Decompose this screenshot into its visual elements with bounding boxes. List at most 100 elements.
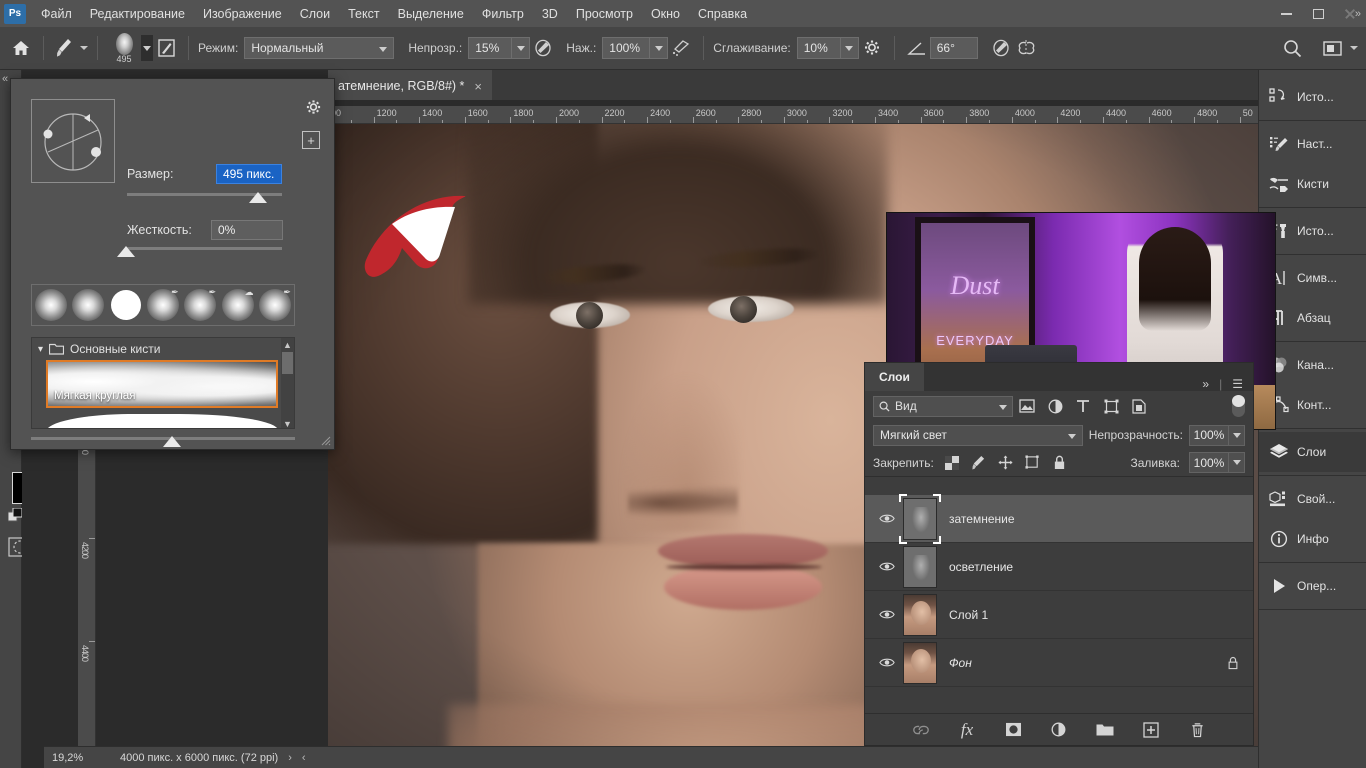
flow-stepper[interactable]: [650, 37, 669, 59]
dock-item-info[interactable]: Инфо: [1259, 519, 1366, 559]
layer-thumbnail[interactable]: [903, 545, 937, 588]
menu-item-file[interactable]: Файл: [32, 3, 81, 25]
delete-layer-icon[interactable]: [1187, 720, 1207, 740]
menu-item-text[interactable]: Текст: [339, 3, 388, 25]
layer-visibility-toggle[interactable]: [871, 657, 903, 668]
scroll-up-icon[interactable]: ▲: [281, 338, 294, 351]
tab-layers[interactable]: Слои: [865, 363, 924, 391]
brush-settings-panel-button[interactable]: [153, 35, 179, 61]
brush-tool-dropdown-icon[interactable]: [80, 46, 88, 50]
layer-row[interactable]: Слой 1: [865, 591, 1253, 639]
new-adjustment-layer-icon[interactable]: [1049, 720, 1069, 740]
soft-round-pressure-opacity-tip[interactable]: ✒: [182, 285, 219, 325]
scroll-down-icon[interactable]: ▼: [281, 417, 294, 429]
document-tab[interactable]: атемнение, RGB/8#) * ×: [328, 70, 493, 100]
dock-item-brushes[interactable]: Кисти: [1259, 164, 1366, 204]
smoothing-options-button[interactable]: [859, 35, 885, 61]
dock-item-layers[interactable]: Слои: [1259, 432, 1366, 472]
menu-item-layers[interactable]: Слои: [291, 3, 339, 25]
symmetry-icon[interactable]: [1014, 35, 1040, 61]
filter-shape-icon[interactable]: [1097, 394, 1125, 418]
zoom-level[interactable]: 19,2%: [52, 752, 120, 764]
soft-round-tip-2[interactable]: [69, 285, 106, 325]
maximize-button[interactable]: [1302, 0, 1334, 27]
brush-hardness-slider-handle[interactable]: [117, 246, 135, 257]
menu-item-3d[interactable]: 3D: [533, 3, 567, 25]
brush-list-item-selected[interactable]: Мягкая круглая: [46, 360, 278, 408]
status-collapse-icon[interactable]: ‹: [302, 752, 306, 764]
dock-item-actions[interactable]: Опер...: [1259, 566, 1366, 606]
layer-fill-stepper[interactable]: [1229, 452, 1245, 473]
layer-opacity-stepper[interactable]: [1229, 424, 1245, 446]
filter-enable-toggle[interactable]: [1232, 395, 1245, 417]
lock-all-icon[interactable]: [1051, 454, 1069, 472]
minimize-button[interactable]: [1270, 0, 1302, 27]
opacity-input[interactable]: 15%: [468, 37, 513, 59]
brush-angle-input[interactable]: 66°: [929, 37, 978, 59]
airbrush-toggle[interactable]: [668, 35, 694, 61]
layer-opacity-input[interactable]: 100%: [1189, 424, 1229, 446]
resize-grip-icon[interactable]: [319, 434, 331, 446]
panel-menu-icon[interactable]: ☰: [1232, 377, 1243, 391]
layer-name[interactable]: Слой 1: [949, 608, 988, 622]
brush-hardness-input[interactable]: 0%: [211, 220, 283, 240]
brush-size-input[interactable]: 495 пикс.: [216, 164, 282, 184]
scrollbar-thumb[interactable]: [282, 352, 293, 374]
new-brush-preset-icon[interactable]: +: [302, 131, 320, 149]
menu-item-image[interactable]: Изображение: [194, 3, 291, 25]
menu-item-filter[interactable]: Фильтр: [473, 3, 533, 25]
layer-blend-mode-select[interactable]: Мягкий свет: [873, 424, 1083, 446]
chevron-down-icon[interactable]: ▾: [38, 344, 43, 355]
blend-mode-select[interactable]: Нормальный: [244, 37, 395, 59]
opacity-stepper[interactable]: [512, 37, 531, 59]
status-expand-icon[interactable]: ›: [288, 752, 292, 764]
lock-artboard-nesting-icon[interactable]: [1024, 454, 1042, 472]
brush-angle-icon[interactable]: [904, 35, 930, 61]
workspace-dropdown-icon[interactable]: [1350, 46, 1358, 50]
dock-item-brush-settings[interactable]: Наст...: [1259, 124, 1366, 164]
new-group-icon[interactable]: [1095, 720, 1115, 740]
soft-round-airbrush-tip[interactable]: ☁: [219, 285, 256, 325]
layer-thumbnail[interactable]: [903, 641, 937, 684]
lock-position-icon[interactable]: [997, 454, 1015, 472]
layer-row[interactable]: Фон: [865, 639, 1253, 687]
layer-fill-input[interactable]: 100%: [1189, 452, 1229, 473]
layer-thumbnail[interactable]: [903, 497, 937, 540]
brush-folder-row[interactable]: ▾ Основные кисти: [32, 338, 294, 360]
brush-list-item[interactable]: [46, 410, 278, 428]
layer-filter-select[interactable]: Вид: [873, 395, 1013, 417]
layer-row[interactable]: затемнение: [865, 493, 1253, 544]
layer-visibility-toggle[interactable]: [871, 561, 903, 572]
hard-round-tip[interactable]: [107, 285, 144, 325]
lock-transparent-pixels-icon[interactable]: [943, 454, 961, 472]
brush-preset-picker-button[interactable]: [141, 35, 153, 61]
brush-preview-slider-handle[interactable]: [163, 436, 181, 447]
menu-item-help[interactable]: Справка: [689, 3, 756, 25]
brush-size-slider-handle[interactable]: [249, 192, 267, 203]
layer-thumbnail[interactable]: [903, 593, 937, 636]
menu-item-window[interactable]: Окно: [642, 3, 689, 25]
soft-round-pressure-flow-tip[interactable]: ✒: [257, 285, 294, 325]
add-layer-mask-icon[interactable]: [1003, 720, 1023, 740]
layer-row[interactable]: осветление: [865, 543, 1253, 591]
home-button[interactable]: [8, 35, 34, 61]
brush-size-preview[interactable]: 495: [107, 31, 141, 65]
menu-item-edit[interactable]: Редактирование: [81, 3, 194, 25]
smoothing-stepper[interactable]: [840, 37, 859, 59]
soft-round-pressure-tip[interactable]: ✒: [144, 285, 181, 325]
brush-angle-thumbnail[interactable]: [31, 99, 115, 183]
collapse-panel-icon[interactable]: «: [2, 73, 8, 85]
new-layer-icon[interactable]: [1141, 720, 1161, 740]
search-icon[interactable]: [1279, 35, 1305, 61]
smoothing-input[interactable]: 10%: [796, 37, 841, 59]
layer-visibility-toggle[interactable]: [871, 513, 903, 524]
brush-panel-menu-icon[interactable]: [305, 99, 322, 116]
collapse-icon[interactable]: »: [1202, 377, 1209, 391]
layer-style-fx-icon[interactable]: fx: [957, 720, 977, 740]
layer-visibility-toggle[interactable]: [871, 609, 903, 620]
filter-adjustment-icon[interactable]: [1041, 394, 1069, 418]
soft-round-tip[interactable]: [32, 285, 69, 325]
filter-smartobject-icon[interactable]: [1125, 394, 1153, 418]
lock-image-pixels-icon[interactable]: [970, 454, 988, 472]
collapse-dock-icon[interactable]: »: [1355, 8, 1361, 20]
